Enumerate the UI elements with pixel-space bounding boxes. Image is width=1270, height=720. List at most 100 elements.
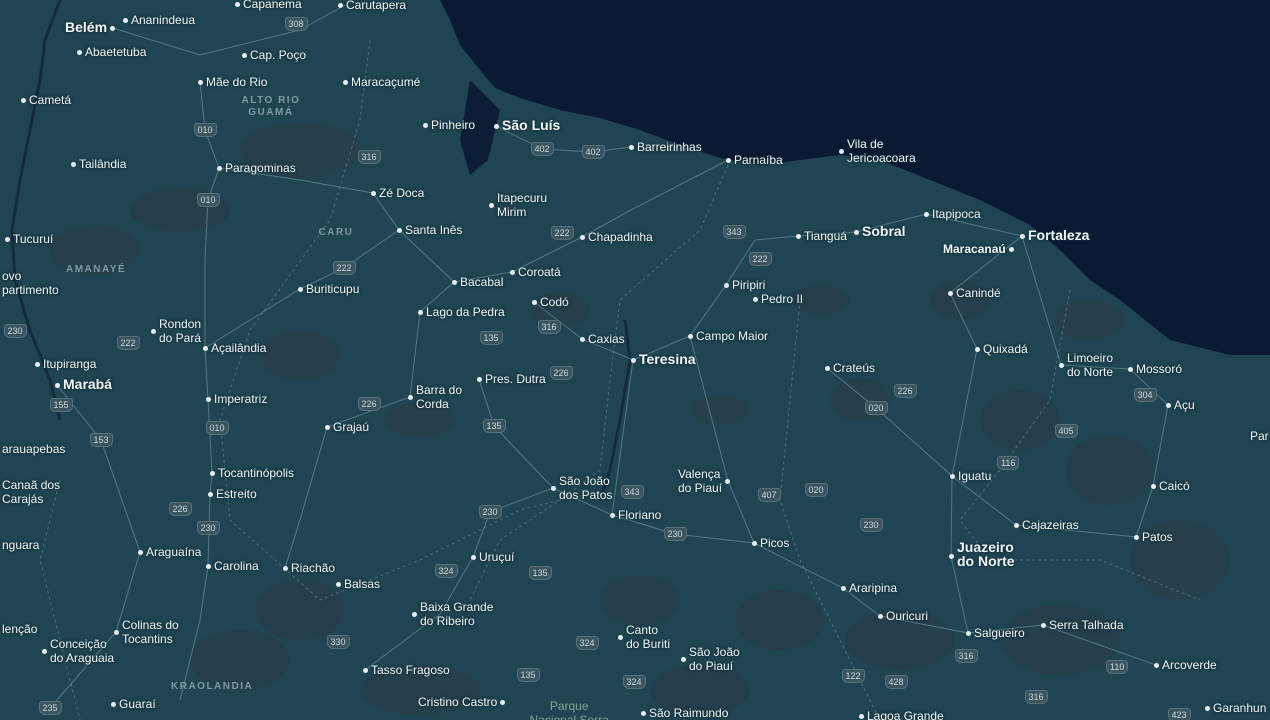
city-label-mossoro[interactable]: Mossoró [1128, 362, 1182, 376]
city-label-ouricuri[interactable]: Ouricuri [878, 609, 928, 623]
city-label-cristino-castro[interactable]: Cristino Castro [418, 695, 505, 709]
city-label-colinas-do-tocantins[interactable]: Colinas do Tocantins [114, 618, 179, 646]
city-label-maracacume[interactable]: Maracaçumé [343, 75, 420, 89]
city-label-acailandia[interactable]: Açailândia [203, 341, 266, 355]
city-label-grajau[interactable]: Grajaú [325, 420, 369, 434]
city-label-acu[interactable]: Açu [1166, 398, 1195, 412]
city-label-carolina[interactable]: Carolina [206, 559, 259, 573]
city-label-maracanau[interactable]: Maracanaú [943, 242, 1014, 256]
city-label-garanhun[interactable]: Garanhun [1205, 701, 1266, 715]
city-label-balsas[interactable]: Balsas [336, 577, 381, 591]
city-label-caxias[interactable]: Caxias [580, 332, 625, 346]
city-label-conceicao-do-araguaia[interactable]: Conceição do Araguaia [42, 637, 114, 665]
city-label-lencao[interactable]: lenção [2, 622, 37, 636]
city-label-araripina[interactable]: Araripina [841, 581, 897, 595]
city-label-pinheiro[interactable]: Pinheiro [423, 118, 475, 132]
city-label-itapipoca[interactable]: Itapipoca [924, 207, 981, 221]
city-label-tocantinopolis[interactable]: Tocantinópolis [210, 466, 294, 480]
city-label-vila-de-jericoacoara[interactable]: Vila de Jericoacoara [839, 137, 916, 165]
city-label-fortaleza[interactable]: Fortaleza [1020, 228, 1089, 242]
city-label-araguaina[interactable]: Araguaína [138, 545, 202, 559]
city-label-itapecuru-mirim[interactable]: Itapecuru Mirim [489, 191, 547, 219]
city-label-floriano[interactable]: Floriano [610, 508, 661, 522]
city-label-buriticupu[interactable]: Buriticupu [298, 282, 359, 296]
city-dot-icon [641, 710, 646, 716]
city-label-pedro-ii[interactable]: Pedro II [753, 292, 803, 306]
city-label-maraba[interactable]: Marabá [55, 377, 112, 391]
city-label-cameta[interactable]: Cametá [21, 93, 71, 107]
map-canvas[interactable]: Belém Ananindeua Capanema Carutapera Abaetet… [0, 0, 1270, 720]
city-label-nguara[interactable]: nguara [2, 538, 39, 552]
city-label-barreirinhas[interactable]: Barreirinhas [629, 140, 702, 154]
city-label-patos[interactable]: Patos [1134, 530, 1173, 544]
city-label-ze-doca[interactable]: Zé Doca [371, 186, 424, 200]
city-label-barra-do-corda[interactable]: Barra do Corda [408, 383, 462, 411]
city-label-tailandia[interactable]: Tailândia [71, 157, 126, 171]
city-label-quixada[interactable]: Quixadá [975, 342, 1028, 356]
highway-shield-304: 304 [1133, 388, 1157, 402]
highway-shield-230: 230 [3, 324, 27, 338]
city-label-tiangua[interactable]: Tianguá [796, 229, 847, 243]
city-label-lagoa-grande[interactable]: Lagoa Grande [859, 709, 944, 720]
city-label-imperatriz[interactable]: Imperatriz [206, 392, 267, 406]
city-label-salgueiro[interactable]: Salgueiro [966, 626, 1025, 640]
city-label-serra-talhada[interactable]: Serra Talhada [1041, 618, 1124, 632]
city-label-ovo[interactable]: ovo [2, 269, 21, 283]
city-label-bacabal[interactable]: Bacabal [452, 275, 503, 289]
city-label-coroata[interactable]: Coroatá [510, 265, 561, 279]
city-label-arauapebas[interactable]: arauapebas [2, 442, 65, 456]
city-label-lago-da-pedra[interactable]: Lago da Pedra [418, 305, 505, 319]
city-label-campo-maior[interactable]: Campo Maior [688, 329, 768, 343]
city-name: São João do Piauí [689, 645, 740, 673]
city-label-santa-ines[interactable]: Santa Inês [397, 223, 462, 237]
city-label-teresina[interactable]: Teresina [631, 352, 696, 366]
city-label-sobral[interactable]: Sobral [854, 224, 906, 238]
city-name: Ananindeua [131, 13, 196, 27]
city-label-sao-raimundo[interactable]: São Raimundo [641, 706, 728, 720]
city-label-capanema[interactable]: Capanema [235, 0, 302, 11]
city-label-estreito[interactable]: Estreito [208, 487, 257, 501]
city-label-canto-do-buriti[interactable]: Canto do Buriti [618, 623, 670, 651]
city-label-valenca-do-piaui[interactable]: Valença do Piauí [678, 467, 730, 495]
city-label-mae-do-rio[interactable]: Mãe do Rio [198, 75, 267, 89]
city-label-baixa-grande-do-ribeiro[interactable]: Baixa Grande do Ribeiro [412, 600, 493, 628]
city-label-tucurui[interactable]: Tucuruí [5, 232, 54, 246]
city-name: Tucuruí [13, 232, 54, 246]
region-label-amanaye: AMANAYÉ [66, 264, 127, 275]
city-label-codo[interactable]: Codó [532, 295, 569, 309]
city-label-picos[interactable]: Picos [752, 536, 789, 550]
city-label-pres-dutra[interactable]: Pres. Dutra [477, 372, 546, 386]
city-label-carutapera[interactable]: Carutapera [338, 0, 406, 12]
city-name: Balsas [344, 577, 381, 591]
city-label-chapadinha[interactable]: Chapadinha [580, 230, 653, 244]
city-label-sao-luis[interactable]: São Luís [494, 118, 560, 132]
city-label-tasso-fragoso[interactable]: Tasso Fragoso [363, 663, 450, 677]
city-label-sao-joao-dos-patos[interactable]: São João dos Patos [551, 474, 612, 502]
city-label-crateus[interactable]: Crateús [825, 361, 875, 375]
city-label-piripiri[interactable]: Piripiri [724, 278, 765, 292]
city-label-par[interactable]: Par [1250, 429, 1269, 443]
city-label-itupiranga[interactable]: Itupiranga [35, 357, 96, 371]
city-label-riachao[interactable]: Riachão [283, 561, 335, 575]
city-label-urucui[interactable]: Uruçuí [471, 550, 514, 564]
park-label[interactable]: Parque Nacional Serra [530, 699, 609, 720]
city-label-cajazeiras[interactable]: Cajazeiras [1014, 518, 1079, 532]
city-label-limoeiro-do-norte[interactable]: Limoeiro do Norte [1059, 351, 1113, 379]
city-label-caninde[interactable]: Canindé [948, 286, 1001, 300]
city-name: Araguaína [146, 545, 202, 559]
city-label-guarai[interactable]: Guaraí [111, 697, 156, 711]
city-label-ananindeua[interactable]: Ananindeua [123, 13, 196, 27]
city-label-caico[interactable]: Caicó [1151, 479, 1190, 493]
city-label-arcoverde[interactable]: Arcoverde [1154, 658, 1217, 672]
city-label-parnaiba[interactable]: Parnaíba [726, 153, 783, 167]
city-label-sao-joao-do-piaui[interactable]: São João do Piauí [681, 645, 740, 673]
city-label-cap-poco[interactable]: Cap. Poço [242, 48, 306, 62]
city-label-abaetetuba[interactable]: Abaetetuba [77, 45, 146, 59]
city-label-partimento[interactable]: partimento [2, 283, 59, 297]
city-label-juazeiro-do-norte[interactable]: Juazeiro do Norte [949, 540, 1015, 568]
city-label-canaa-dos-carajas[interactable]: Canaã dos Carajás [2, 478, 60, 506]
city-label-belem[interactable]: Belém [65, 20, 115, 34]
city-label-paragominas[interactable]: Paragominas [217, 161, 296, 175]
city-label-rondon-do-para[interactable]: Rondon do Pará [151, 317, 201, 345]
city-label-iguatu[interactable]: Iguatu [950, 469, 991, 483]
